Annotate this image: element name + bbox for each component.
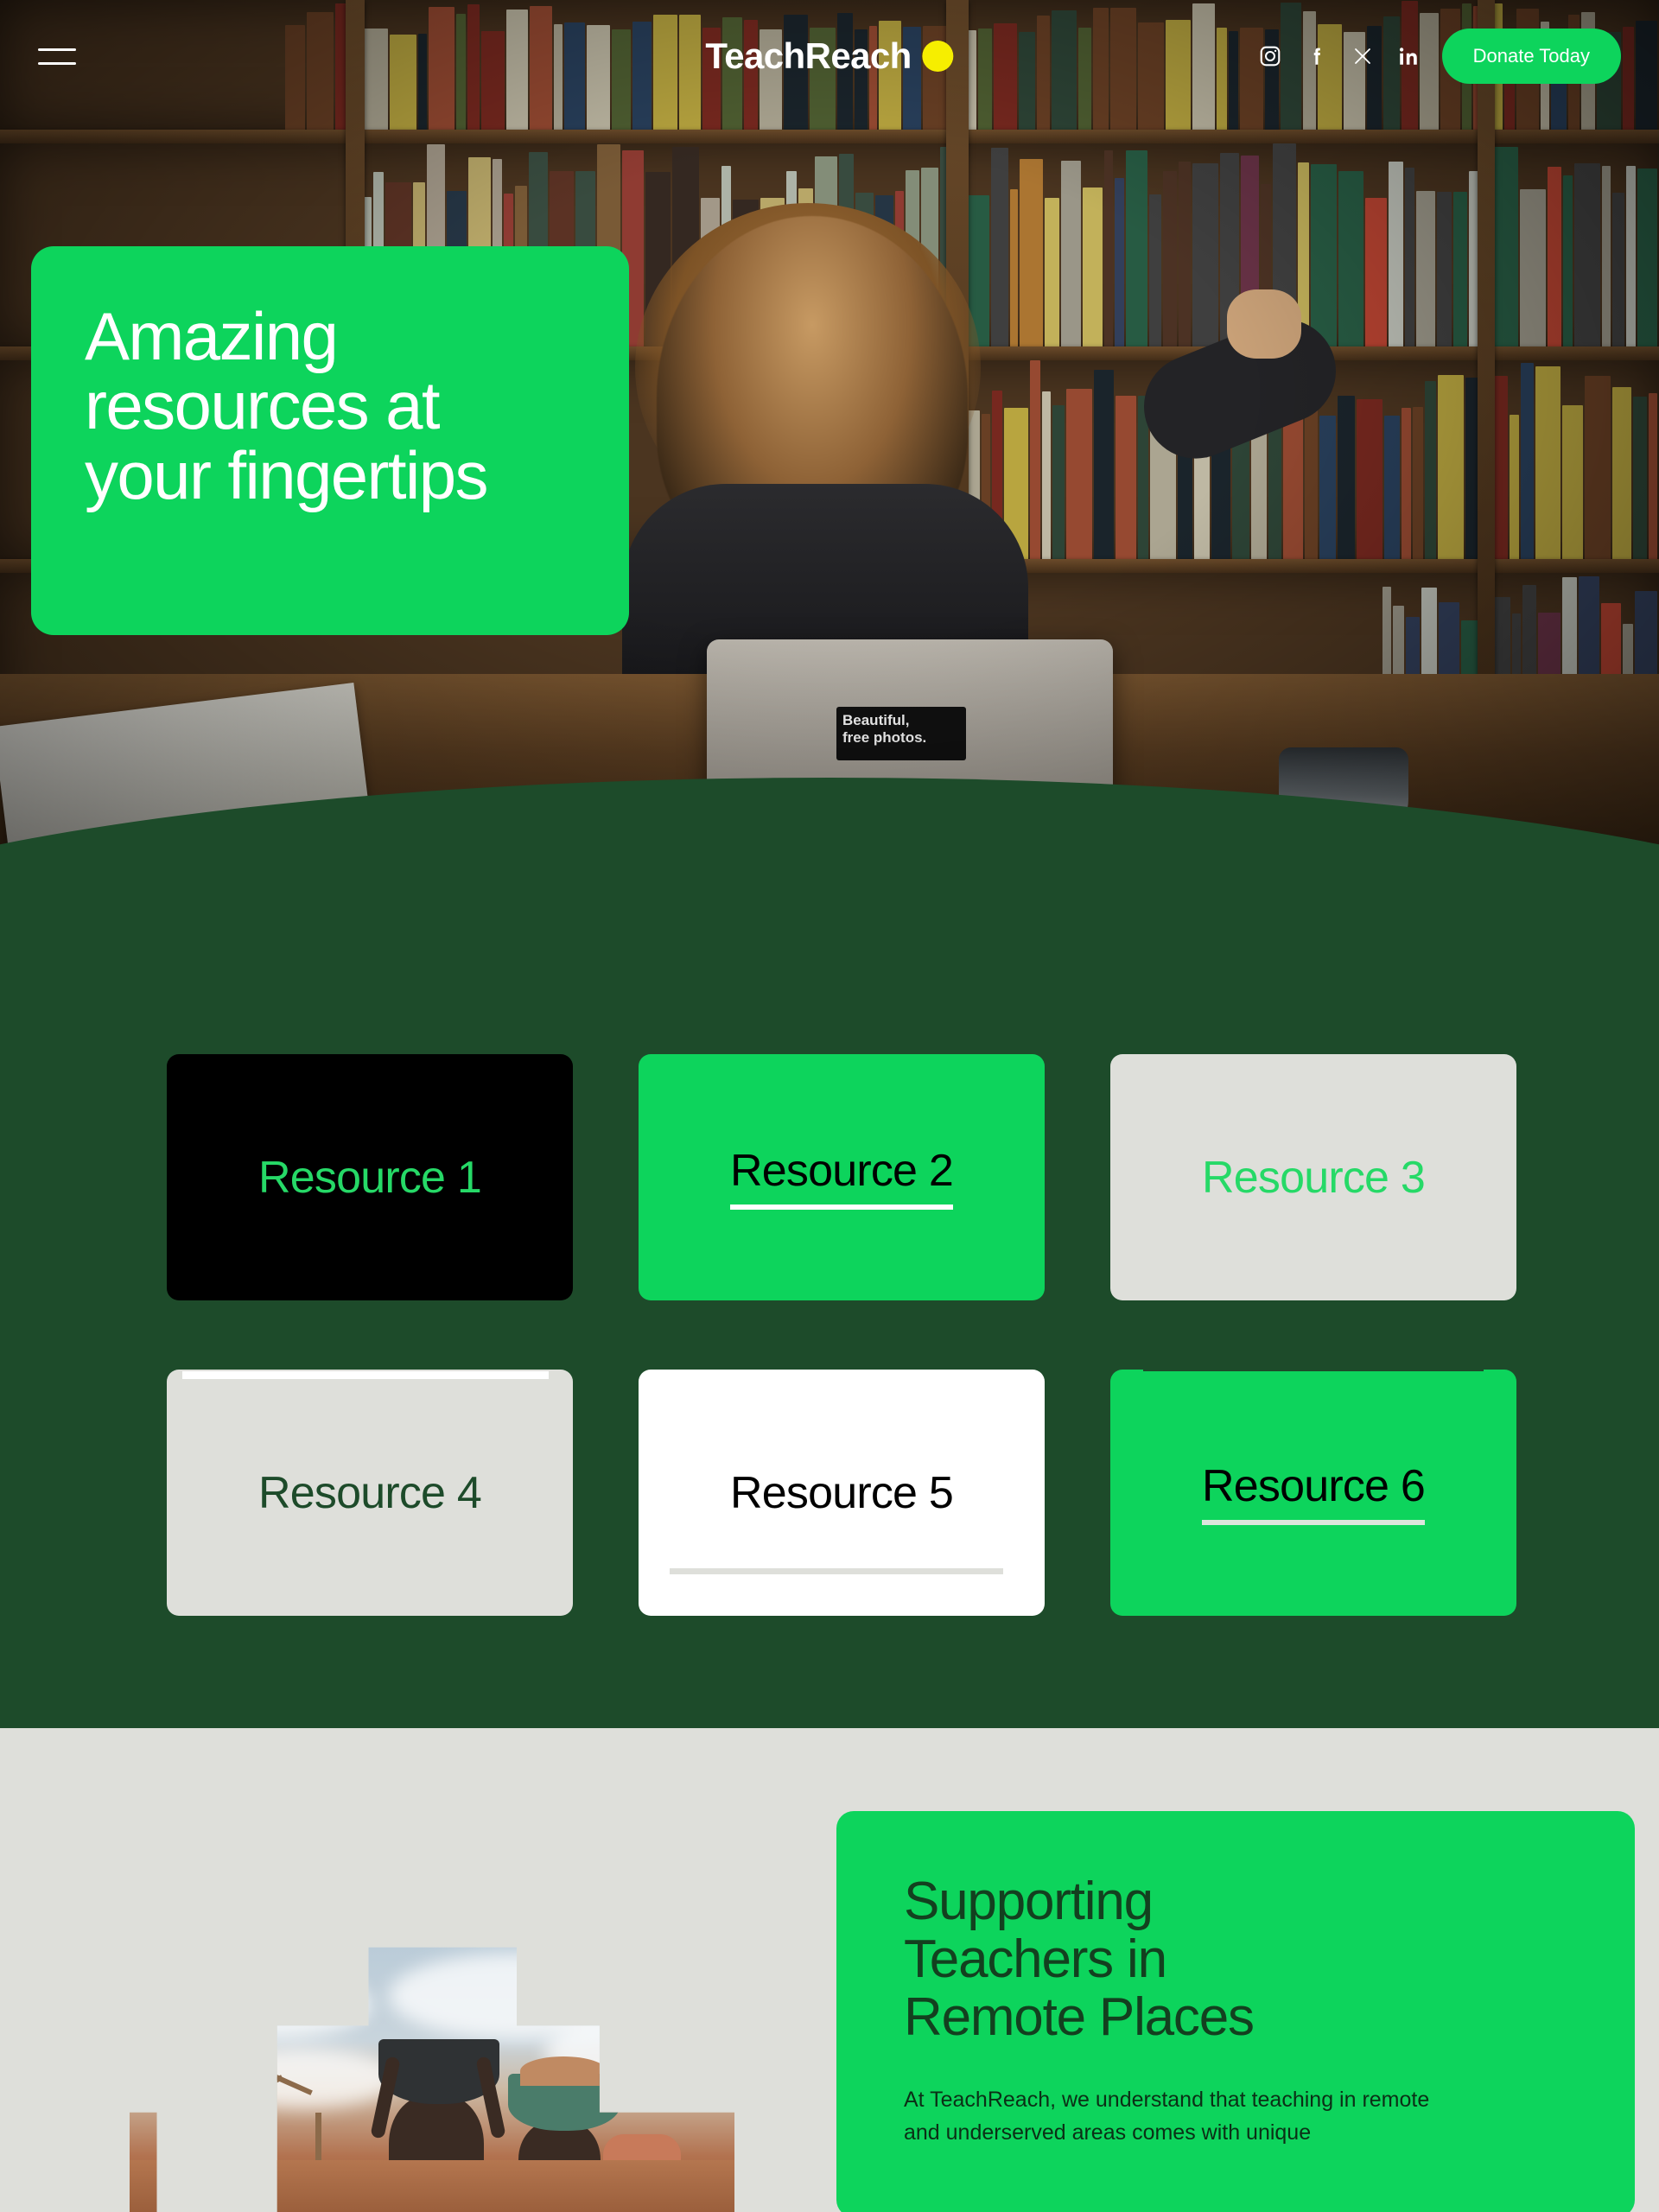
resource-card-label: Resource 1 (258, 1152, 482, 1203)
hamburger-menu-icon[interactable] (38, 41, 79, 72)
resource-card-1[interactable]: Resource 1 (167, 1054, 573, 1300)
collage-mask (130, 1947, 734, 2212)
header-actions: Donate Today (1259, 29, 1621, 84)
resource-card-label: Resource 4 (258, 1467, 482, 1518)
card-top-bar (182, 1371, 549, 1379)
linkedin-icon[interactable] (1397, 45, 1420, 67)
resource-card-label: Resource 6 (1202, 1460, 1426, 1525)
resource-card-label: Resource 5 (730, 1467, 954, 1518)
support-section: Supporting Teachers in Remote Places At … (0, 1728, 1659, 2212)
resource-card-5[interactable]: Resource 5 (639, 1370, 1045, 1616)
support-heading: Supporting Teachers in Remote Places (904, 1872, 1255, 2047)
photo-collage (130, 1936, 734, 2212)
card-bottom-bar (670, 1568, 1003, 1574)
resource-card-label: Resource 2 (730, 1145, 954, 1210)
resource-card-2[interactable]: Resource 2 (639, 1054, 1045, 1300)
support-card: Supporting Teachers in Remote Places At … (836, 1811, 1635, 2212)
resource-card-3[interactable]: Resource 3 (1110, 1054, 1516, 1300)
support-body-text: At TeachReach, we understand that teachi… (904, 2087, 1430, 2145)
hero-section: Beautiful,free photos. Amazing resources… (0, 0, 1659, 873)
yellow-circle-icon (922, 41, 954, 72)
donate-today-button[interactable]: Donate Today (1441, 29, 1621, 84)
card-top-bar (1143, 1363, 1484, 1371)
page-root: Beautiful,free photos. Amazing resources… (0, 0, 1659, 2212)
x-twitter-icon[interactable] (1352, 46, 1373, 67)
resources-grid: Resource 1 Resource 2 Resource 3 Resourc… (167, 1054, 1516, 1616)
resource-card-6[interactable]: Resource 6 (1110, 1363, 1516, 1616)
site-header: TeachReach Donate Today (0, 0, 1659, 112)
brand-logo[interactable]: TeachReach (705, 35, 954, 77)
resources-section: Resource 1 Resource 2 Resource 3 Resourc… (0, 976, 1659, 1728)
hero-headline-card: Amazing resources at your fingertips (31, 246, 629, 635)
resource-card-4[interactable]: Resource 4 (167, 1370, 573, 1616)
collage-photo (130, 1947, 734, 2212)
instagram-icon[interactable] (1259, 45, 1281, 67)
brand-name: TeachReach (705, 35, 912, 76)
resource-card-label: Resource 3 (1202, 1152, 1426, 1203)
facebook-icon[interactable] (1306, 45, 1328, 67)
social-links (1259, 45, 1420, 67)
hero-headline: Amazing resources at your fingertips (85, 298, 489, 513)
